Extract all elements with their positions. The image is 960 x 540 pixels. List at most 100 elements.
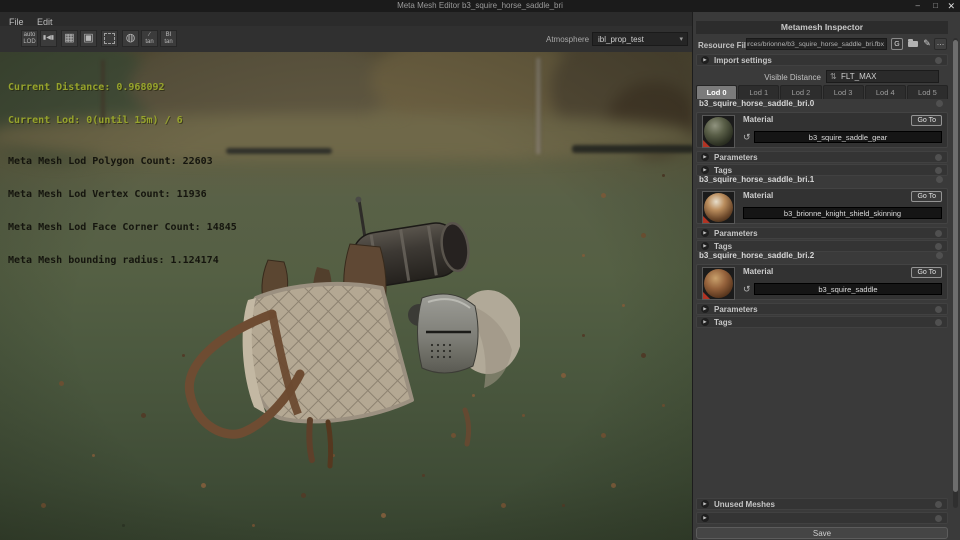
import-settings-row[interactable]: ▶ Import settings bbox=[696, 54, 948, 66]
selection-frame-button[interactable] bbox=[101, 30, 118, 47]
app-window: Meta Mesh Editor b3_squire_horse_saddle_… bbox=[0, 0, 960, 540]
debug-vertex-count: Meta Mesh Lod Vertex Count: 11936 bbox=[8, 189, 207, 200]
visible-distance-value: FLT_MAX bbox=[841, 72, 877, 81]
parameters-row[interactable]: ▶ Parameters bbox=[696, 303, 948, 315]
tab-lod-3[interactable]: Lod 3 bbox=[822, 85, 864, 99]
mesh-section-header[interactable]: b3_squire_horse_saddle_bri.2 bbox=[696, 250, 948, 262]
resource-file-path: /Rodric/AssetSources/brionne/b3_squire_h… bbox=[747, 41, 884, 48]
toggle-circle[interactable] bbox=[936, 252, 943, 259]
mesh-name: b3_squire_horse_saddle_bri.0 bbox=[699, 99, 815, 108]
expand-arrow-icon[interactable]: ▶ bbox=[701, 305, 709, 313]
expand-arrow-icon[interactable]: ▶ bbox=[701, 318, 709, 326]
expand-arrow-icon[interactable]: ▶ bbox=[701, 500, 709, 508]
material-thumbnail[interactable] bbox=[702, 191, 735, 224]
mesh-name: b3_squire_horse_saddle_bri.2 bbox=[699, 251, 815, 260]
browse-button[interactable]: … bbox=[934, 38, 947, 50]
debug-face-corner-count: Meta Mesh Lod Face Corner Count: 14845 bbox=[8, 222, 237, 233]
expand-arrow-icon[interactable]: ▶ bbox=[701, 56, 709, 64]
import-settings-label: Import settings bbox=[714, 56, 772, 65]
expand-arrow-icon[interactable]: ▶ bbox=[701, 153, 709, 161]
parameters-row[interactable]: ▶ Parameters bbox=[696, 151, 948, 163]
bitangent-button[interactable]: BI tan bbox=[160, 30, 177, 47]
mesh-section-header[interactable]: b3_squire_horse_saddle_bri.1 bbox=[696, 174, 948, 186]
material-name-field[interactable]: b3_squire_saddle bbox=[754, 283, 942, 295]
material-name-field[interactable]: b3_squire_saddle_gear bbox=[754, 131, 942, 143]
go-to-button[interactable]: Go To bbox=[911, 115, 942, 126]
toggle-circle[interactable] bbox=[936, 100, 943, 107]
debug-bounding-radius: Meta Mesh bounding radius: 1.124174 bbox=[8, 255, 219, 266]
mesh-section-body: Material Go To ↺ b3_squire_saddle_gear bbox=[696, 112, 948, 148]
toggle-circle[interactable] bbox=[935, 230, 942, 237]
material-thumbnail[interactable] bbox=[702, 115, 735, 148]
save-button[interactable]: Save bbox=[696, 527, 948, 539]
toggle-circle[interactable] bbox=[936, 176, 943, 183]
spinner-icon[interactable]: ⇅ bbox=[830, 71, 837, 82]
expand-arrow-icon[interactable]: ▶ bbox=[701, 514, 709, 522]
toggle-circle[interactable] bbox=[935, 306, 942, 313]
refresh-icon[interactable]: ↺ bbox=[743, 283, 751, 295]
debug-polygon-count: Meta Mesh Lod Polygon Count: 22603 bbox=[8, 156, 213, 167]
go-to-button[interactable]: Go To bbox=[911, 267, 942, 278]
parameters-row[interactable]: ▶ Parameters bbox=[696, 227, 948, 239]
material-label: Material bbox=[743, 267, 774, 276]
panel-scrollbar[interactable] bbox=[953, 38, 958, 508]
tab-lod-2[interactable]: Lod 2 bbox=[780, 85, 822, 99]
frame-bars-button[interactable]: ▮◀▮ bbox=[40, 30, 57, 47]
mesh-name: b3_squire_horse_saddle_bri.1 bbox=[699, 175, 815, 184]
auto-lod-button[interactable]: auto LOD bbox=[21, 30, 38, 47]
toggle-circle[interactable] bbox=[935, 515, 942, 522]
expand-arrow-icon[interactable]: ▶ bbox=[701, 166, 709, 174]
tab-lod-4[interactable]: Lod 4 bbox=[864, 85, 906, 99]
tags-label: Tags bbox=[714, 318, 733, 327]
titlebar: Meta Mesh Editor b3_squire_horse_saddle_… bbox=[0, 0, 960, 12]
wire-sphere-button[interactable]: ◍ bbox=[122, 30, 139, 47]
selection-frame-icon bbox=[104, 33, 115, 44]
mesh-section-body: Material Go To ↺ b3_squire_saddle bbox=[696, 264, 948, 300]
viewport-3d[interactable]: Current Distance: 0.968092 Current Lod: … bbox=[0, 52, 692, 540]
metamesh-inspector-panel: Metamesh Inspector Resource File /Rodric… bbox=[692, 12, 960, 540]
open-folder-button[interactable] bbox=[906, 38, 920, 50]
material-label: Material bbox=[743, 191, 774, 200]
tab-lod-1[interactable]: Lod 1 bbox=[738, 85, 780, 99]
chevron-down-icon: ▾ bbox=[679, 36, 683, 43]
go-to-button[interactable]: Go To bbox=[911, 191, 942, 202]
mesh-section-body: Material Go To b3_brionne_knight_shield_… bbox=[696, 188, 948, 224]
toggle-circle[interactable] bbox=[935, 154, 942, 161]
toggle-circle[interactable] bbox=[935, 167, 942, 174]
minimize-button[interactable]: – bbox=[916, 1, 920, 10]
expand-arrow-icon[interactable]: ▶ bbox=[701, 242, 709, 250]
resource-file-path-field[interactable]: /Rodric/AssetSources/brionne/b3_squire_h… bbox=[746, 38, 887, 50]
g-button[interactable]: G bbox=[891, 38, 903, 50]
parameters-label: Parameters bbox=[714, 229, 758, 238]
collapsed-empty-row[interactable]: ▶ bbox=[696, 512, 948, 524]
visible-distance-field[interactable]: ⇅ FLT_MAX bbox=[826, 70, 939, 83]
edit-path-button[interactable]: ✎ bbox=[922, 37, 932, 49]
close-button[interactable]: ✕ bbox=[947, 1, 955, 12]
tangent-button[interactable]: ∕ tan bbox=[141, 30, 158, 47]
scrollbar-thumb[interactable] bbox=[953, 40, 958, 492]
screen-button[interactable]: ▣ bbox=[80, 30, 97, 47]
tags-row[interactable]: ▶ Tags bbox=[696, 316, 948, 328]
material-thumbnail[interactable] bbox=[702, 267, 735, 300]
tab-lod-0[interactable]: Lod 0 bbox=[696, 85, 738, 99]
atmosphere-label: Atmosphere bbox=[546, 35, 590, 44]
toggle-circle[interactable] bbox=[935, 243, 942, 250]
refresh-icon[interactable]: ↺ bbox=[743, 131, 751, 143]
expand-arrow-icon[interactable]: ▶ bbox=[701, 229, 709, 237]
panel-title: Metamesh Inspector bbox=[696, 21, 948, 34]
unused-meshes-row[interactable]: ▶ Unused Meshes bbox=[696, 498, 948, 510]
toggle-circle[interactable] bbox=[935, 57, 942, 64]
tab-lod-5[interactable]: Lod 5 bbox=[906, 85, 949, 99]
debug-current-distance: Current Distance: 0.968092 bbox=[8, 82, 165, 93]
toggle-circle[interactable] bbox=[935, 319, 942, 326]
debug-overlay: Current Distance: 0.968092 Current Lod: … bbox=[8, 60, 237, 288]
parameters-label: Parameters bbox=[714, 153, 758, 162]
material-name-field[interactable]: b3_brionne_knight_shield_skinning bbox=[743, 207, 942, 219]
mesh-section-header[interactable]: b3_squire_horse_saddle_bri.0 bbox=[696, 98, 948, 110]
grid-button[interactable]: ▦ bbox=[61, 30, 78, 47]
maximize-button[interactable]: □ bbox=[933, 1, 938, 10]
atmosphere-select[interactable]: ibl_prop_test ▾ bbox=[592, 32, 688, 46]
atmosphere-value: ibl_prop_test bbox=[598, 35, 644, 44]
debug-current-lod: Current Lod: 0(until 15m) / 6 bbox=[8, 115, 183, 126]
toggle-circle[interactable] bbox=[935, 501, 942, 508]
